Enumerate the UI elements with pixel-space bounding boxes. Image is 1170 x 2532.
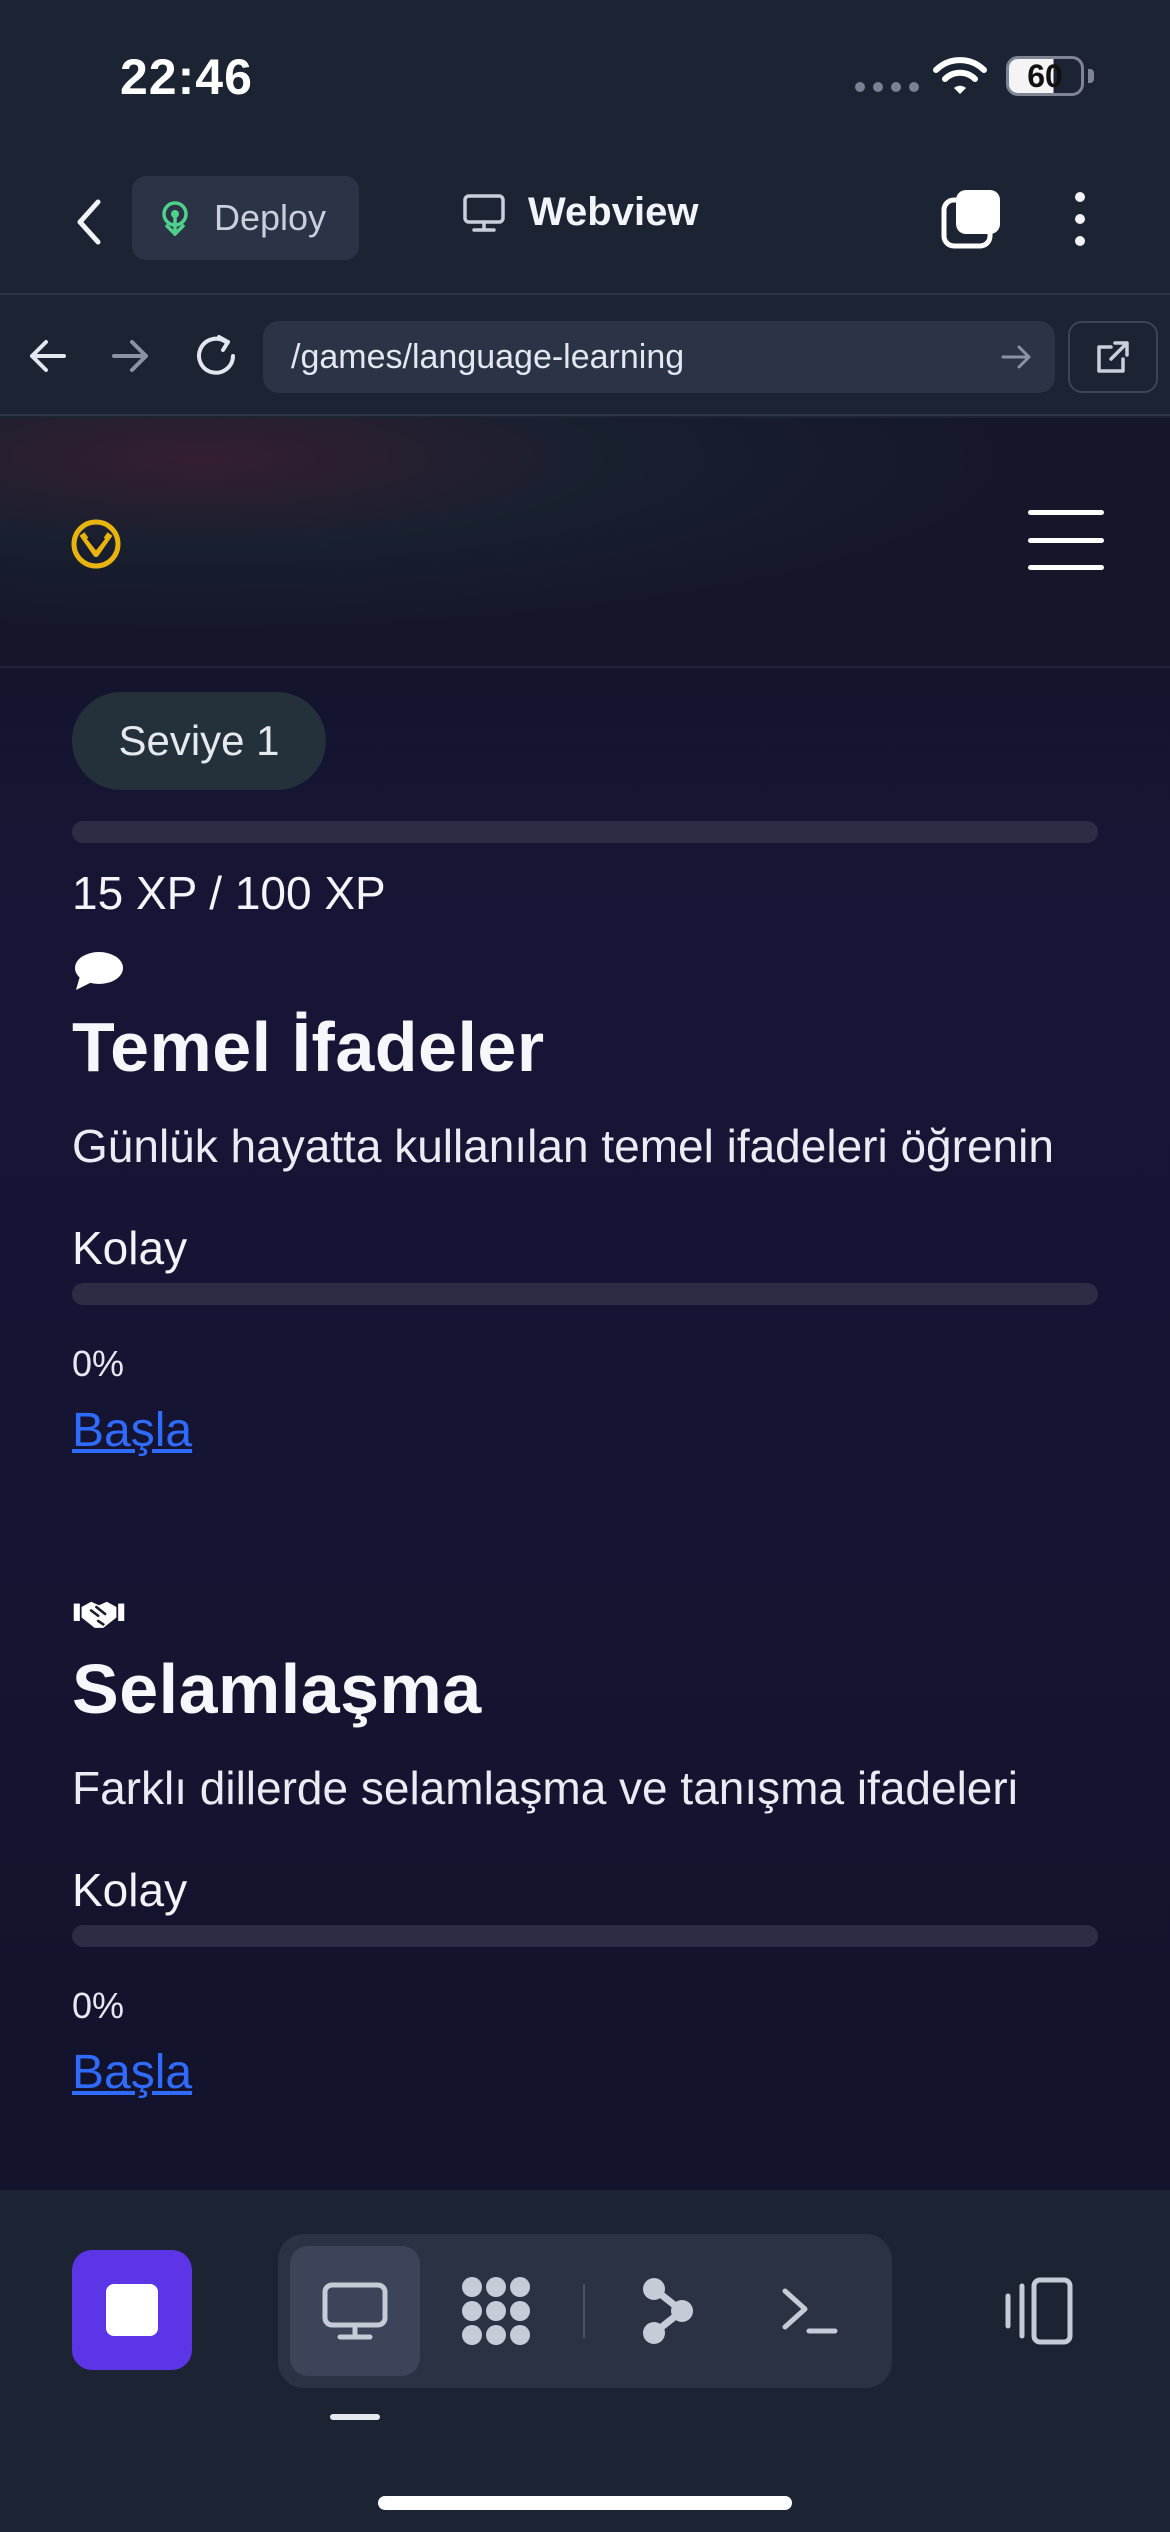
lesson-card: Selamlaşma Farklı dillerde selamlaşma ve… [72,1592,1102,2100]
handshake-icon [73,1601,125,1628]
xp-text: 15 XP / 100 XP [72,867,386,919]
lesson-difficulty: Kolay [72,1222,188,1274]
lesson-progress-bar [72,1283,1098,1305]
home-indicator [378,2496,792,2510]
reload-icon [197,335,235,375]
bottom-toolbar [0,2190,1170,2532]
lesson-description: Farklı dillerde selamlaşma ve tanışma if… [72,1762,1018,1814]
webview-content: Seviye 1 15 XP / 100 XP Temel İfadeler G… [0,418,1170,2190]
start-lesson-link[interactable]: Başla [72,1403,192,1458]
grid-view-button[interactable] [431,2246,561,2376]
lesson-title: Selamlaşma [72,1650,482,1728]
browser-back-button[interactable] [18,326,78,386]
webview-label: Webview [528,190,699,234]
panel-icon[interactable] [1000,2274,1076,2350]
site-header [0,418,1170,668]
lesson-description: Günlük hayatta kullanılan temel ifadeler… [72,1120,1054,1172]
desktop-icon [322,2282,388,2340]
deploy-label: Deploy [214,197,327,238]
status-bar: 22:46 60 [0,0,1170,150]
deploy-icon [162,201,188,236]
lesson-difficulty: Kolay [72,1864,188,1916]
url-text: /games/language-learning [291,337,685,376]
desktop-view-button[interactable] [290,2246,420,2376]
url-input[interactable]: /games/language-learning [263,321,1055,393]
start-lesson-link[interactable]: Başla [72,2045,192,2100]
site-logo-icon[interactable] [70,518,122,570]
stop-icon [106,2284,158,2336]
chevron-left-icon [77,199,101,245]
xp-progress-fill [72,821,226,843]
lesson-progress-text: 0% [72,1343,125,1384]
stop-button[interactable] [72,2250,192,2370]
lesson-progress-text: 0% [72,1985,125,2026]
back-button[interactable] [64,194,114,250]
open-external-button[interactable] [1068,321,1158,393]
monitor-icon [463,193,505,232]
browser-forward-button[interactable] [100,326,160,386]
external-link-icon [1097,341,1129,373]
arrow-left-icon [30,340,66,372]
lesson-progress-bar [72,1925,1098,1947]
xp-progress-bar [72,821,1098,843]
active-view-indicator [330,2414,380,2420]
signal-dots-icon [855,82,919,92]
battery-tip [1088,69,1094,83]
app-header: Deploy Webview [0,150,1170,295]
node-view-button[interactable] [603,2246,733,2376]
speech-bubble-icon [75,952,123,990]
level-badge: Seviye 1 [72,692,326,790]
arrow-right-icon [112,340,148,372]
reload-button[interactable] [186,326,246,386]
tabs-icon[interactable] [940,188,1002,250]
more-options-icon[interactable] [1060,188,1100,250]
url-bar: /games/language-learning [0,296,1170,416]
webview-tab[interactable]: Webview [462,190,698,235]
battery-indicator: 60 [1006,56,1084,96]
deploy-button[interactable]: Deploy [132,176,359,260]
segment-divider [583,2284,585,2338]
node-icon [643,2278,693,2344]
grid-icon [462,2277,530,2345]
wifi-icon [933,57,987,94]
lesson-card: Temel İfadeler Günlük hayatta kullanılan… [72,950,1102,1458]
terminal-view-button[interactable] [744,2246,874,2376]
menu-icon[interactable] [1028,510,1104,570]
go-arrow-icon[interactable] [997,337,1037,377]
lesson-title: Temel İfadeler [72,1008,545,1086]
status-time: 22:46 [120,49,253,105]
terminal-icon [782,2288,838,2334]
view-switcher [278,2234,892,2388]
